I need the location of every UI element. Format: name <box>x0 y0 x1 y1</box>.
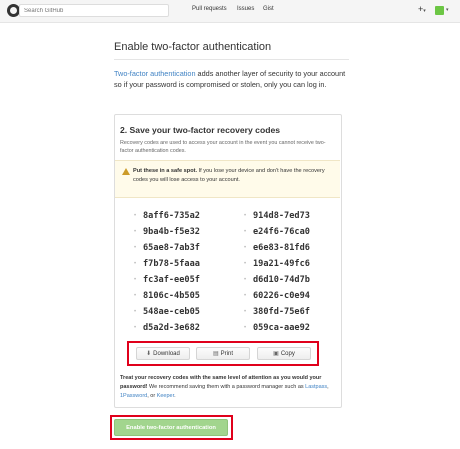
recovery-note: Treat your recovery codes with the same … <box>120 374 334 401</box>
bullet-icon: • <box>134 277 137 283</box>
two-factor-link[interactable]: Two-factor authentication <box>114 69 196 78</box>
recovery-code: 60226-c0e94 <box>253 291 310 301</box>
bullet-icon: • <box>134 229 137 235</box>
page-title: Enable two-factor authentication <box>114 41 349 60</box>
recovery-code: 380fd-75e6f <box>253 307 310 317</box>
bullet-icon: • <box>244 325 247 331</box>
note-body: We recommend saving them with a password… <box>147 384 306 390</box>
recovery-codes-list: • 8aff6-735a2 • 9ba4b-f5e32 • 65ae8-7ab3… <box>134 211 324 336</box>
warning-text: Put these in a safe spot. If you lose yo… <box>133 167 335 185</box>
recovery-code: e24f6-76ca0 <box>253 227 310 237</box>
recovery-code: 9ba4b-f5e32 <box>143 227 200 237</box>
keeper-link[interactable]: Keeper <box>157 393 174 399</box>
nav-issues[interactable]: Issues <box>237 6 254 12</box>
bullet-icon: • <box>244 309 247 315</box>
bullet-icon: • <box>244 277 247 283</box>
recovery-code: e6e83-81fd6 <box>253 243 310 253</box>
note-end: . <box>174 393 176 399</box>
recovery-code: 548ae-ceb05 <box>143 307 200 317</box>
bullet-icon: • <box>244 229 247 235</box>
download-button[interactable]: ⬇ Download <box>136 347 190 360</box>
print-button[interactable]: ▤ Print <box>196 347 250 360</box>
chevron-down-icon[interactable]: ▾ <box>446 7 449 13</box>
bullet-icon: • <box>134 213 137 219</box>
bullet-icon: • <box>244 261 247 267</box>
print-icon: ▤ <box>212 350 219 357</box>
enable-two-factor-button[interactable]: Enable two-factor authentication <box>114 419 228 436</box>
recovery-code: d5a2d-3e682 <box>143 323 200 333</box>
print-label: Print <box>220 350 233 357</box>
recovery-code: 059ca-aae92 <box>253 323 310 333</box>
intro-text: Two-factor authentication adds another l… <box>114 68 346 90</box>
step-description: Recovery codes are used to access your a… <box>120 140 326 154</box>
clipboard-icon: ▣ <box>273 350 279 357</box>
recovery-code: 65ae8-7ab3f <box>143 243 200 253</box>
bullet-icon: • <box>244 293 247 299</box>
step-title: 2. Save your two-factor recovery codes <box>120 125 281 135</box>
bullet-icon: • <box>244 245 247 251</box>
recovery-code: d6d10-74d7b <box>253 275 310 285</box>
recovery-code: f7b78-5faaa <box>143 259 200 269</box>
top-header: Pull requests Issues Gist +▾ ▾ <box>0 0 460 23</box>
new-menu-button[interactable]: +▾ <box>418 4 426 16</box>
note-separator: , or <box>147 393 157 399</box>
download-icon: ⬇ <box>146 350 152 357</box>
copy-label: Copy <box>280 350 295 357</box>
warning-bold: Put these in a safe spot. <box>133 168 198 174</box>
bullet-icon: • <box>134 293 137 299</box>
bullet-icon: • <box>244 213 247 219</box>
nav-gist[interactable]: Gist <box>263 6 274 12</box>
lastpass-link[interactable]: Lastpass <box>305 384 327 390</box>
warning-icon <box>122 168 130 175</box>
bullet-icon: • <box>134 245 137 251</box>
recovery-code: fc3af-ee05f <box>143 275 200 285</box>
note-separator: , <box>327 384 329 390</box>
recovery-code: 914d8-7ed73 <box>253 211 310 221</box>
download-label: Download <box>153 350 180 357</box>
bullet-icon: • <box>134 309 137 315</box>
chevron-down-icon: ▾ <box>423 8 426 14</box>
recovery-code: 8106c-4b505 <box>143 291 200 301</box>
copy-button[interactable]: ▣ Copy <box>257 347 311 360</box>
bullet-icon: • <box>134 261 137 267</box>
avatar[interactable] <box>435 6 444 15</box>
recovery-code: 19a21-49fc6 <box>253 259 310 269</box>
1password-link[interactable]: 1Password <box>120 393 147 399</box>
nav-pull-requests[interactable]: Pull requests <box>192 6 227 12</box>
search-input[interactable] <box>19 4 169 17</box>
recovery-code: 8aff6-735a2 <box>143 211 200 221</box>
bullet-icon: • <box>134 325 137 331</box>
